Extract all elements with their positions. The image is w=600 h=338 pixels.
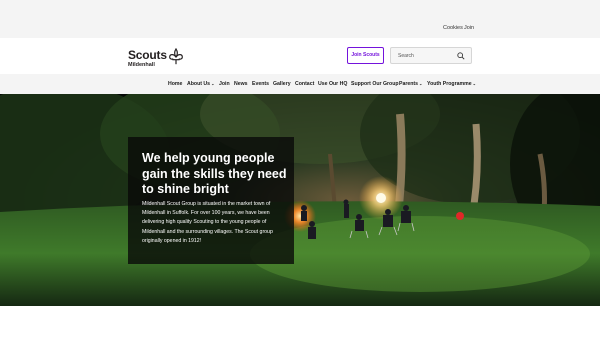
search-icon[interactable]	[457, 52, 465, 60]
nav-label: Events	[252, 81, 270, 87]
main-navigation: Home About Us⌄ Join News Events Gallery …	[0, 74, 600, 94]
nav-label: Support Our Group	[351, 81, 399, 87]
nav-item-support-our-group[interactable]: Support Our Group	[351, 81, 399, 87]
nav-item-youth-programme[interactable]: Youth Programme⌄	[427, 81, 476, 87]
search-field[interactable]: Search	[390, 47, 472, 64]
nav-label: Use Our HQ	[318, 81, 348, 87]
hero-body: Mildenhall Scout Group is situated in th…	[142, 201, 273, 244]
nav-item-join[interactable]: Join	[219, 81, 230, 87]
utility-join-link[interactable]: Join	[464, 25, 474, 31]
logo-wordmark: Scouts	[128, 48, 167, 62]
site-logo[interactable]: Scouts Mildenhall	[128, 48, 188, 68]
nav-label: Home	[168, 81, 183, 87]
page-below-fold	[0, 306, 600, 338]
search-placeholder: Search	[398, 53, 414, 59]
cookies-link[interactable]: Cookies	[443, 25, 463, 31]
chevron-down-icon: ⌄	[472, 81, 476, 86]
nav-item-news[interactable]: News	[234, 81, 248, 87]
nav-label: Parents	[399, 81, 419, 87]
hero-campfire-photo	[0, 94, 600, 306]
utility-bar: Cookies Join	[0, 0, 600, 38]
nav-item-events[interactable]: Events	[252, 81, 269, 87]
nav-item-home[interactable]: Home	[168, 81, 182, 87]
nav-label: Youth Programme	[427, 81, 472, 87]
logo-group-name: Mildenhall	[128, 62, 155, 68]
nav-item-about-us[interactable]: About Us⌄	[187, 81, 214, 87]
nav-label: Join	[219, 81, 230, 87]
join-scouts-button[interactable]: Join Scouts	[347, 47, 384, 64]
nav-item-gallery[interactable]: Gallery	[273, 81, 291, 87]
site-header: Scouts Mildenhall	[0, 38, 600, 74]
nav-label: Contact	[295, 81, 315, 87]
fleur-de-lis-icon	[169, 48, 183, 65]
hero-banner: We help young people gain the skills the…	[0, 94, 600, 306]
hero-heading: We help young people gain the skills the…	[142, 151, 287, 196]
nav-label: About Us	[187, 81, 211, 87]
nav-label: Gallery	[273, 81, 291, 87]
hero-text-panel: We help young people gain the skills the…	[128, 137, 294, 264]
nav-item-use-our-hq[interactable]: Use Our HQ	[318, 81, 347, 87]
chevron-down-icon: ⌄	[419, 81, 423, 86]
nav-label: News	[234, 81, 248, 87]
chevron-down-icon: ⌄	[211, 81, 215, 86]
nav-item-parents[interactable]: Parents⌄	[399, 81, 422, 87]
nav-item-contact[interactable]: Contact	[295, 81, 314, 87]
